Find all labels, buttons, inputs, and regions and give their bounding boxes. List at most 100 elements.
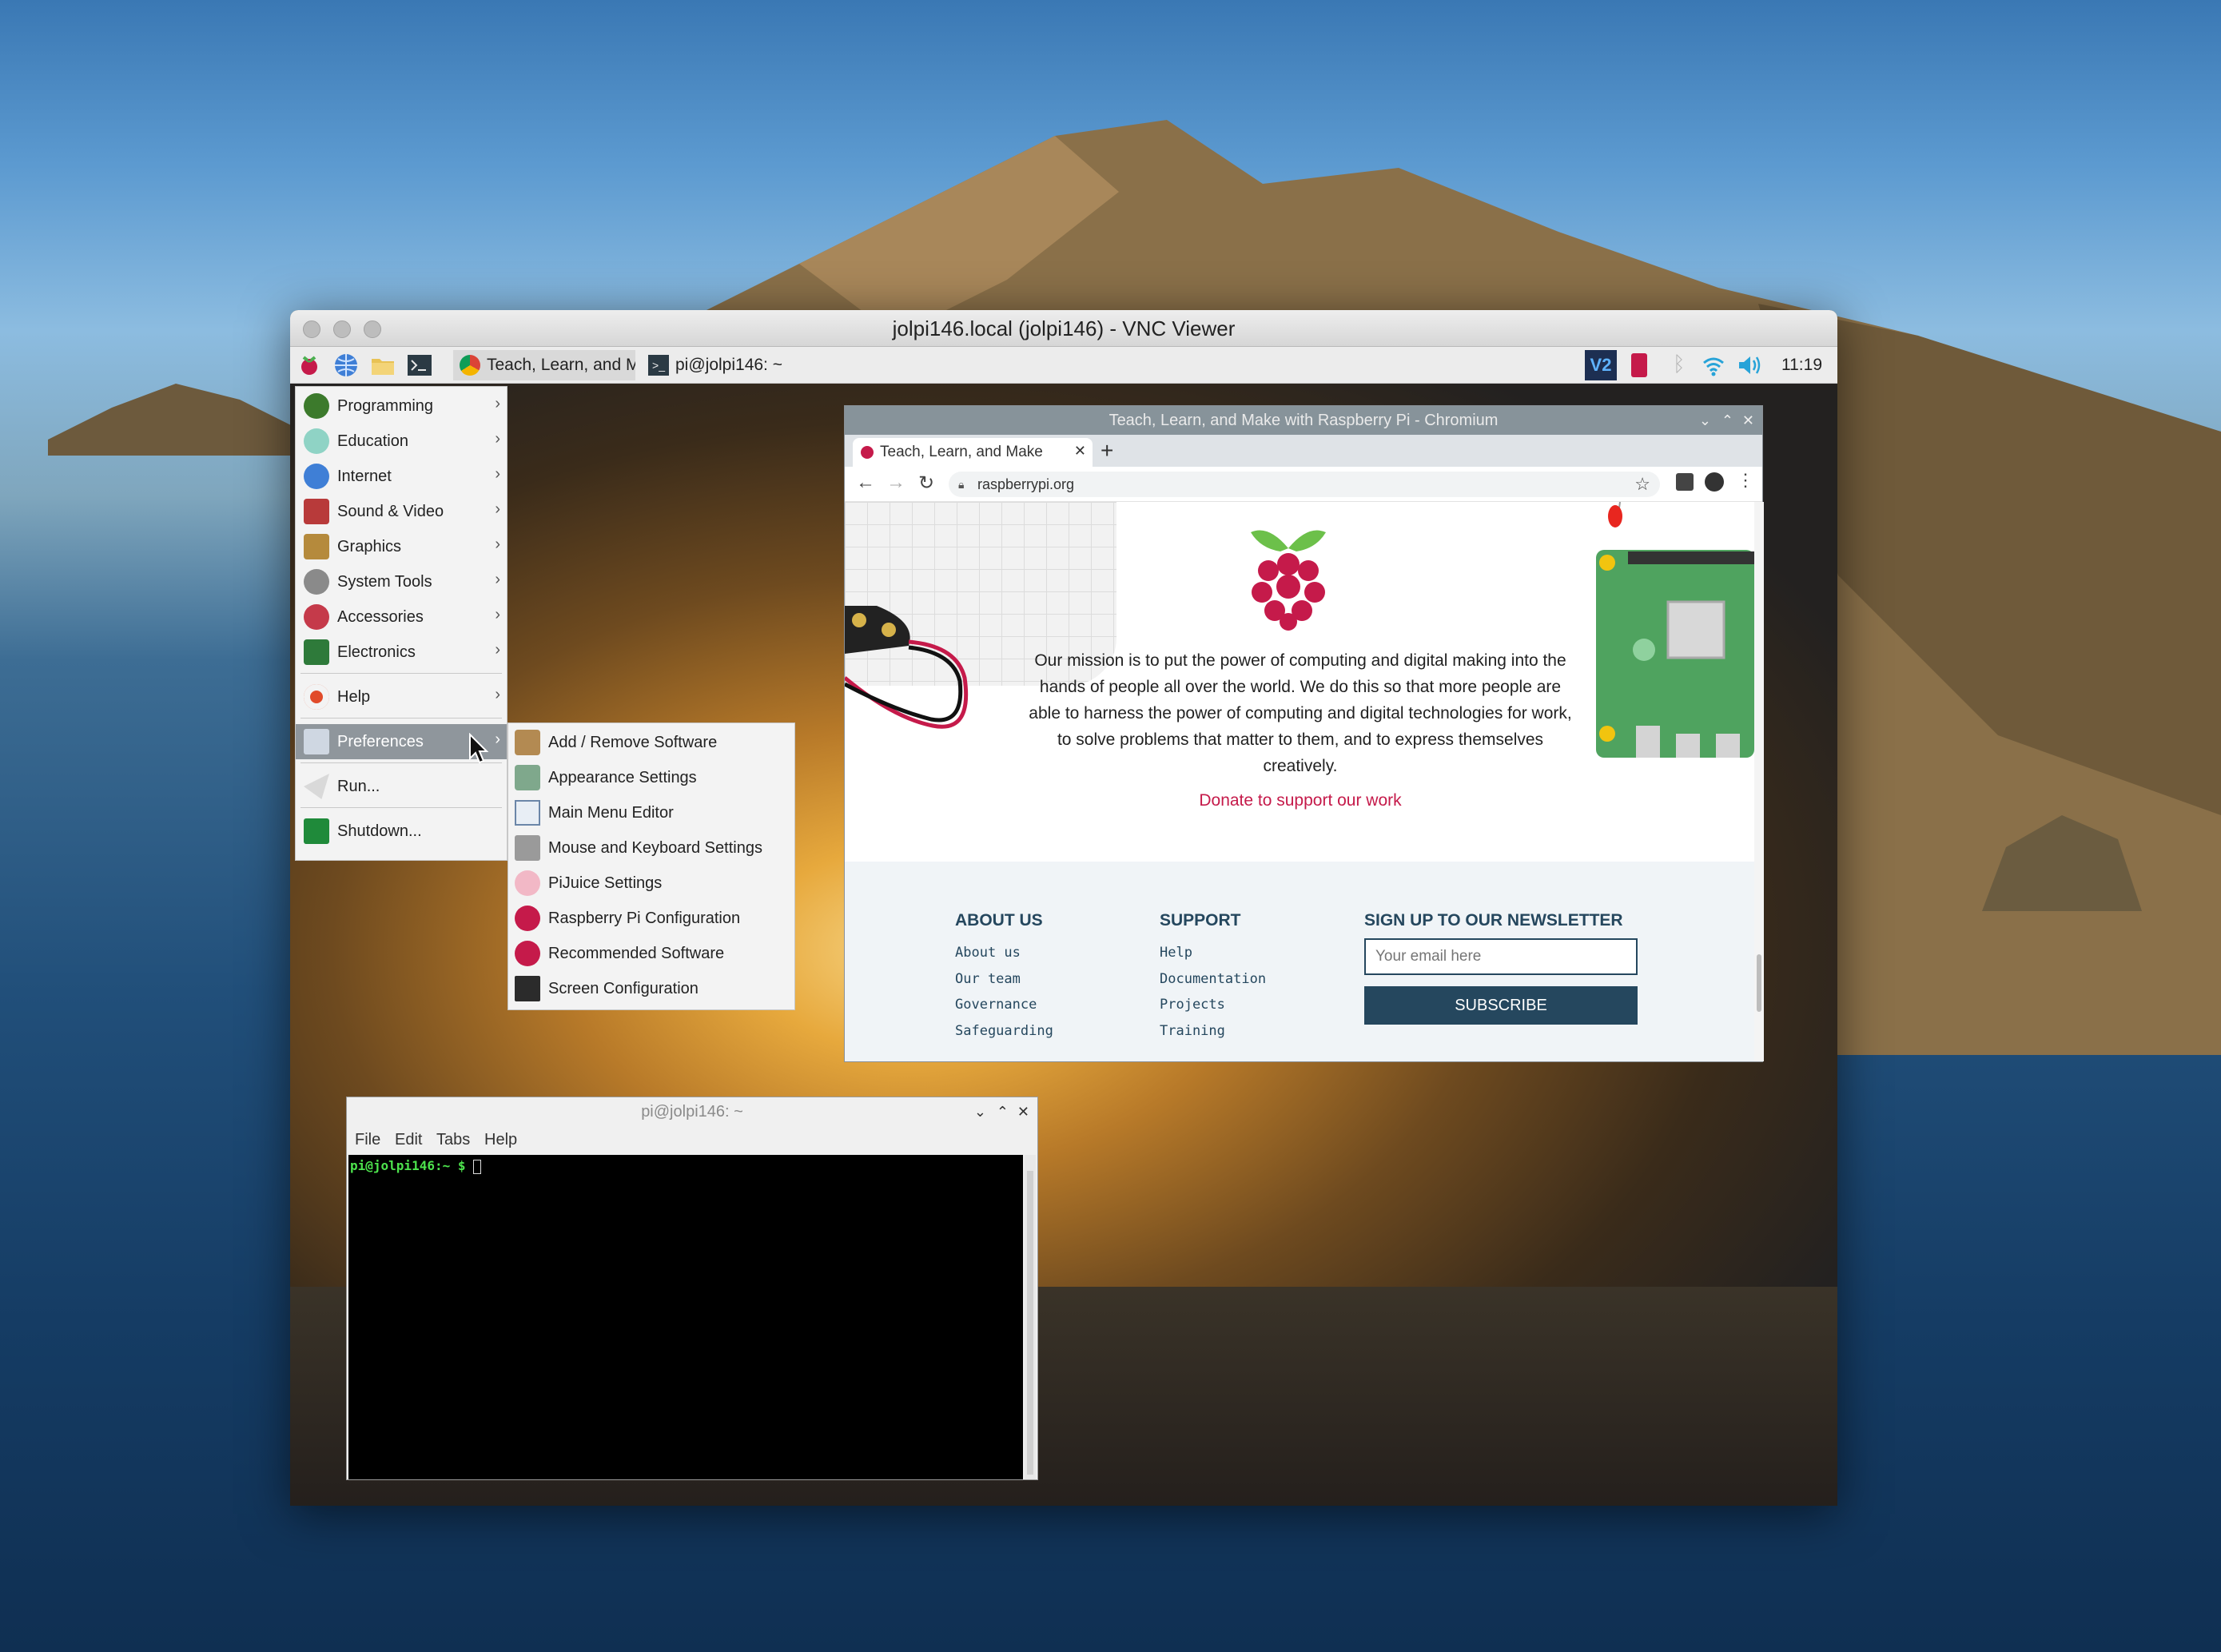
footer-link-about-us[interactable]: About us bbox=[955, 945, 1021, 961]
submenu-item-pijuice-settings[interactable]: PiJuice Settings bbox=[508, 866, 794, 901]
extensions-icon[interactable] bbox=[1676, 473, 1694, 491]
reload-icon[interactable]: ↻ bbox=[918, 472, 934, 495]
more-menu-icon[interactable]: ⋮ bbox=[1737, 470, 1754, 491]
back-icon[interactable]: ← bbox=[856, 472, 875, 494]
wifi-icon[interactable] bbox=[1702, 353, 1725, 377]
tab-close-icon[interactable]: ✕ bbox=[1074, 443, 1086, 460]
clock: 11:19 bbox=[1781, 356, 1822, 374]
footer-link-our-team[interactable]: Our team bbox=[955, 971, 1021, 987]
zoom-traffic-light[interactable] bbox=[364, 320, 381, 338]
terminal-scrollbar[interactable] bbox=[1025, 1155, 1036, 1479]
terminal-launcher-icon[interactable] bbox=[407, 352, 432, 378]
taskbar-task-terminal[interactable]: >_ pi@jolpi146: ~ bbox=[642, 350, 802, 380]
menu-item-sound-video[interactable]: Sound & Video › bbox=[296, 494, 507, 529]
footer-link-help[interactable]: Help bbox=[1160, 945, 1192, 961]
footer-link-projects[interactable]: Projects bbox=[1160, 997, 1225, 1013]
raspberry-pi-logo bbox=[1251, 530, 1326, 631]
menu-edit[interactable]: Edit bbox=[395, 1131, 422, 1149]
menu-item-shutdown[interactable]: Shutdown... bbox=[296, 814, 507, 849]
chevron-right-icon: › bbox=[495, 606, 500, 623]
appearance-icon bbox=[515, 765, 540, 790]
close-icon[interactable]: ✕ bbox=[1017, 1097, 1029, 1126]
monitor-icon bbox=[515, 976, 540, 1001]
menu-item-graphics[interactable]: Graphics › bbox=[296, 529, 507, 564]
chevron-right-icon: › bbox=[495, 395, 500, 412]
address-bar[interactable]: 🔒︎ raspberrypi.org ☆ bbox=[949, 472, 1660, 497]
terminal-output[interactable]: pi@jolpi146:~ $ bbox=[348, 1155, 1023, 1479]
minimize-icon[interactable]: ⌄ bbox=[974, 1097, 986, 1126]
submenu-item-label: Mouse and Keyboard Settings bbox=[548, 838, 762, 857]
taskbar-task-label: pi@jolpi146: ~ bbox=[675, 356, 782, 374]
keyboard-icon bbox=[515, 835, 540, 861]
browser-tab[interactable]: Teach, Learn, and Make ✕ bbox=[853, 438, 1093, 467]
minimize-traffic-light[interactable] bbox=[333, 320, 351, 338]
browser-launcher-icon[interactable] bbox=[333, 352, 359, 378]
submenu-item-appearance-settings[interactable]: Appearance Settings bbox=[508, 760, 794, 795]
page-scrollbar[interactable] bbox=[1754, 502, 1764, 1061]
volume-icon[interactable] bbox=[1737, 353, 1764, 377]
minimize-icon[interactable]: ⌄ bbox=[1699, 406, 1711, 435]
menu-item-education[interactable]: Education › bbox=[296, 424, 507, 459]
scrollbar-thumb[interactable] bbox=[1757, 954, 1761, 1012]
submenu-item-screen-configuration[interactable]: Screen Configuration bbox=[508, 971, 794, 1006]
graphics-icon bbox=[304, 534, 329, 559]
taskbar: Teach, Learn, and Ma... >_ pi@jolpi146: … bbox=[290, 347, 1837, 384]
menu-item-label: Run... bbox=[337, 777, 380, 795]
menu-item-help[interactable]: Help › bbox=[296, 679, 507, 715]
menu-file[interactable]: File bbox=[355, 1131, 380, 1149]
raspberry-menu-icon[interactable] bbox=[297, 352, 322, 378]
tab-label: Teach, Learn, and Make bbox=[880, 444, 1043, 460]
taskbar-task-label: Teach, Learn, and Ma... bbox=[487, 356, 635, 374]
submenu-item-mouse-keyboard-settings[interactable]: Mouse and Keyboard Settings bbox=[508, 830, 794, 866]
taskbar-task-chromium[interactable]: Teach, Learn, and Ma... bbox=[453, 350, 635, 380]
file-manager-icon[interactable] bbox=[370, 352, 396, 378]
maximize-icon[interactable]: ⌃ bbox=[997, 1097, 1009, 1126]
chromium-title: Teach, Learn, and Make with Raspberry Pi… bbox=[1109, 412, 1499, 429]
menu-item-run[interactable]: Run... bbox=[296, 769, 507, 804]
menu-item-programming[interactable]: Programming › bbox=[296, 388, 507, 424]
submenu-item-main-menu-editor[interactable]: Main Menu Editor bbox=[508, 795, 794, 830]
footer-link-training[interactable]: Training bbox=[1160, 1023, 1225, 1039]
profile-icon[interactable] bbox=[1705, 472, 1724, 492]
bookmark-star-icon[interactable]: ☆ bbox=[1634, 472, 1650, 497]
subscribe-button[interactable]: SUBSCRIBE bbox=[1364, 986, 1638, 1025]
menu-item-label: Help bbox=[337, 687, 371, 706]
menu-help[interactable]: Help bbox=[484, 1131, 517, 1149]
menu-item-internet[interactable]: Internet › bbox=[296, 459, 507, 494]
footer-link-governance[interactable]: Governance bbox=[955, 997, 1037, 1013]
navigation-bar: ← → ↻ 🔒︎ raspberrypi.org ☆ ⋮ bbox=[845, 467, 1762, 502]
donate-link[interactable]: Donate to support our work bbox=[1188, 791, 1412, 810]
chromium-title-bar: Teach, Learn, and Make with Raspberry Pi… bbox=[845, 406, 1762, 435]
menu-item-system-tools[interactable]: System Tools › bbox=[296, 564, 507, 599]
menu-tabs[interactable]: Tabs bbox=[436, 1131, 470, 1149]
about-heading: ABOUT US bbox=[955, 911, 1043, 929]
bluetooth-icon[interactable]: ᛒ bbox=[1673, 352, 1686, 376]
new-tab-icon[interactable]: + bbox=[1101, 438, 1113, 464]
close-icon[interactable]: ✕ bbox=[1742, 406, 1754, 435]
menu-item-accessories[interactable]: Accessories › bbox=[296, 599, 507, 635]
url-text: raspberrypi.org bbox=[977, 476, 1075, 492]
main-menu: Programming › Education › Internet › Sound … bbox=[295, 386, 507, 861]
menu-item-electronics[interactable]: Electronics › bbox=[296, 635, 507, 670]
submenu-item-raspberry-pi-configuration[interactable]: Raspberry Pi Configuration bbox=[508, 901, 794, 936]
forward-icon[interactable]: → bbox=[886, 472, 906, 494]
chevron-right-icon: › bbox=[495, 535, 500, 553]
submenu-item-label: Main Menu Editor bbox=[548, 803, 674, 822]
desktop-island bbox=[48, 384, 304, 456]
close-traffic-light[interactable] bbox=[303, 320, 320, 338]
vnc-server-tray-icon[interactable]: V2 bbox=[1585, 350, 1617, 380]
menu-item-label: Graphics bbox=[337, 537, 402, 555]
shell-prompt: pi@jolpi146:~ $ bbox=[350, 1158, 466, 1173]
mission-text: Our mission is to put the power of compu… bbox=[1029, 651, 1572, 775]
scrollbar-thumb[interactable] bbox=[1027, 1171, 1033, 1475]
pijuice-battery-icon[interactable] bbox=[1631, 353, 1647, 377]
menu-item-label: Accessories bbox=[337, 607, 424, 626]
submenu-item-recommended-software[interactable]: Recommended Software bbox=[508, 936, 794, 971]
vnc-title: jolpi146.local (jolpi146) - VNC Viewer bbox=[892, 316, 1236, 340]
maximize-icon[interactable]: ⌃ bbox=[1721, 406, 1733, 435]
package-icon bbox=[515, 730, 540, 755]
submenu-item-add-remove-software[interactable]: Add / Remove Software bbox=[508, 725, 794, 760]
newsletter-email-input[interactable] bbox=[1364, 938, 1638, 975]
footer-link-safeguarding[interactable]: Safeguarding bbox=[955, 1023, 1053, 1039]
footer-link-documentation[interactable]: Documentation bbox=[1160, 971, 1266, 987]
